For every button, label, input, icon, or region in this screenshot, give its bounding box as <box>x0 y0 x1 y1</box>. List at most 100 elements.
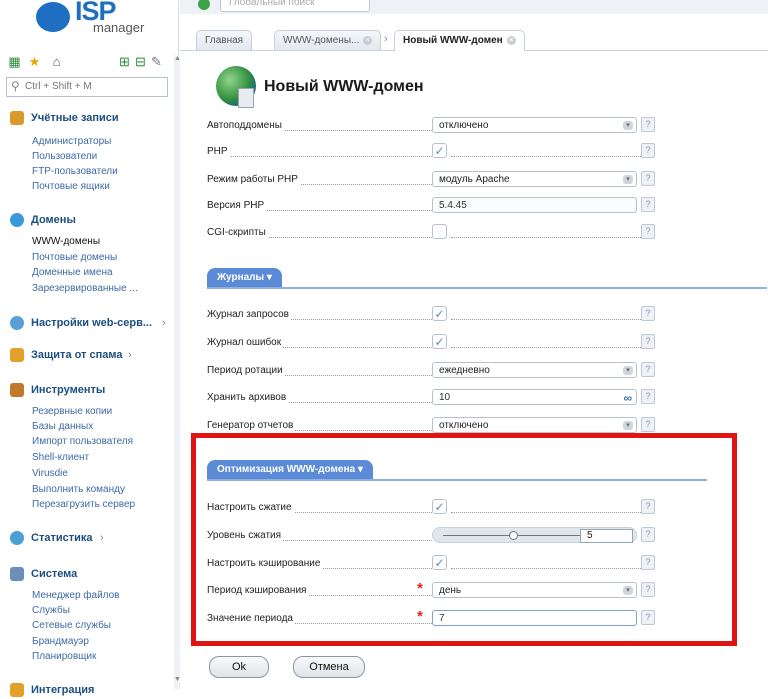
select-value: модуль Apache <box>439 174 510 185</box>
field-label: Настроить сжатие <box>207 502 294 513</box>
cancel-button[interactable]: Отмена <box>293 656 365 678</box>
tab-home[interactable]: Главная <box>196 30 253 50</box>
expand-all-icon[interactable]: ⊞ <box>118 55 131 68</box>
help-icon[interactable]: ? <box>641 306 655 321</box>
field-label: Версия PHP <box>207 200 267 211</box>
logo-sub: manager <box>93 20 145 35</box>
sidebar-item-reserved[interactable]: Зарезервированные ... <box>32 283 138 294</box>
access-log-checkbox[interactable]: ✓ <box>432 306 447 321</box>
collapse-all-icon[interactable]: ⊟ <box>134 55 147 68</box>
sidebar-item-run-command[interactable]: Выполнить команду <box>32 484 125 495</box>
field-autosubdomains: Автоподдомены отключено ▾ ? <box>207 117 655 135</box>
report-generator-select[interactable]: отключено ▾ <box>432 417 637 433</box>
sidebar-search[interactable]: ⚲ <box>6 77 168 97</box>
autosubdomains-select[interactable]: отключено ▾ <box>432 117 637 133</box>
chevron-right-icon: › <box>162 317 166 329</box>
field-label: Автоподдомены <box>207 120 284 131</box>
building-icon[interactable]: ⌂ <box>50 55 63 68</box>
field-cgi: CGI-скрипты ? <box>207 224 655 242</box>
archives-input[interactable]: 10 ∞ <box>432 389 637 405</box>
sidebar-item-backups[interactable]: Резервные копии <box>32 406 112 417</box>
input-value: 10 <box>439 392 451 403</box>
sidebar-item-mail-domains[interactable]: Почтовые домены <box>32 252 117 263</box>
select-value: ежедневно <box>439 365 490 376</box>
php-checkbox[interactable]: ✓ <box>432 143 447 158</box>
section-title: Инструменты <box>31 384 106 396</box>
chevron-right-icon: › <box>384 33 388 45</box>
sidebar-item-databases[interactable]: Базы данных <box>32 421 93 432</box>
pin-icon[interactable]: ✎ <box>150 55 163 68</box>
field-rotation-period: Период ротации ежедневно ▾ ? <box>207 362 655 380</box>
field-label: Журнал ошибок <box>207 337 284 348</box>
chevron-right-icon: › <box>100 532 104 544</box>
sidebar-item-file-manager[interactable]: Менеджер файлов <box>32 590 120 601</box>
globe-icon <box>10 213 24 227</box>
rotation-period-select[interactable]: ежедневно ▾ <box>432 362 637 378</box>
chevron-down-icon: ▾ <box>623 121 633 130</box>
field-label: Журнал запросов <box>207 309 291 320</box>
field-label: Период кэширования <box>207 585 309 596</box>
page-title: Новый WWW-домен <box>264 78 424 95</box>
cgi-checkbox[interactable] <box>432 224 447 239</box>
section-title: Учётные записи <box>31 112 119 124</box>
field-label: PHP <box>207 146 230 157</box>
sidebar-item-import-user[interactable]: Импорт пользователя <box>32 436 133 447</box>
sidebar-item-mailboxes[interactable]: Почтовые ящики <box>32 181 110 192</box>
help-icon[interactable]: ? <box>641 334 655 349</box>
section-title: Защита от спама <box>31 349 123 361</box>
tab-bar: Главная WWW-домены... × › Новый WWW-домен… <box>180 22 768 51</box>
php-version-input[interactable]: 5.4.45 <box>432 197 637 213</box>
notification-icon[interactable] <box>198 0 210 10</box>
star-icon[interactable]: ★ <box>28 55 41 68</box>
section-title: Домены <box>31 214 76 226</box>
tab-new-www-domain[interactable]: Новый WWW-домен × <box>394 30 525 51</box>
error-log-checkbox[interactable]: ✓ <box>432 334 447 349</box>
tab-www-domains[interactable]: WWW-домены... × <box>274 30 382 50</box>
logo-icon <box>36 2 70 32</box>
help-icon[interactable]: ? <box>641 171 655 186</box>
sidebar-item-services[interactable]: Службы <box>32 605 70 616</box>
grid-icon[interactable]: ▦ <box>8 55 21 68</box>
help-icon[interactable]: ? <box>641 143 655 158</box>
sidebar-item-shell[interactable]: Shell-клиент <box>32 452 89 463</box>
close-icon[interactable]: × <box>506 35 516 45</box>
sidebar-item-reboot[interactable]: Перезагрузить сервер <box>32 499 135 510</box>
sidebar-item-network-services[interactable]: Сетевые службы <box>32 620 111 631</box>
field-label: CGI-скрипты <box>207 227 268 238</box>
users-icon <box>10 111 24 125</box>
help-icon[interactable]: ? <box>641 197 655 212</box>
sidebar-item-ftp-users[interactable]: FTP-пользователи <box>32 166 118 177</box>
sidebar-item-users[interactable]: Пользователи <box>32 151 97 162</box>
help-icon[interactable]: ? <box>641 362 655 377</box>
main-content: Новый WWW-домен Автоподдомены отключено ▾… <box>180 52 768 689</box>
select-value: отключено <box>439 420 489 431</box>
field-label: Режим работы PHP <box>207 174 300 185</box>
system-icon <box>10 567 24 581</box>
tab-label: WWW-домены... <box>283 35 360 46</box>
help-icon[interactable]: ? <box>641 224 655 239</box>
sidebar-item-scheduler[interactable]: Планировщик <box>32 651 96 662</box>
sidebar-item-firewall[interactable]: Брандмауэр <box>32 636 89 647</box>
sidebar-item-www-domains[interactable]: WWW-домены <box>32 236 100 247</box>
global-search-input[interactable]: Глобальный поиск <box>220 0 370 12</box>
chevron-down-icon: ▾ <box>266 272 272 283</box>
ok-button[interactable]: Ok <box>209 656 269 678</box>
logs-section-tab[interactable]: Журналы ▾ <box>207 268 282 288</box>
sidebar-search-input[interactable] <box>25 79 163 93</box>
web-settings-icon <box>10 316 24 330</box>
help-icon[interactable]: ? <box>641 117 655 132</box>
sidebar-item-domain-names[interactable]: Доменные имена <box>32 267 113 278</box>
field-label: Настроить кэширование <box>207 558 323 569</box>
topbar: Глобальный поиск <box>180 0 768 14</box>
sidebar: ISP manager ▦ ★ ⌂ ⊞ ⊟ ✎ ⚲ Учётные записи… <box>0 0 179 697</box>
php-mode-select[interactable]: модуль Apache ▾ <box>432 171 637 187</box>
field-error-log: Журнал ошибок ✓ ? <box>207 334 655 352</box>
infinity-icon[interactable]: ∞ <box>623 390 632 406</box>
close-icon[interactable]: × <box>363 35 373 45</box>
sidebar-item-virusdie[interactable]: Virusdie <box>32 468 68 479</box>
section-divider <box>207 287 767 289</box>
sidebar-item-administrators[interactable]: Администраторы <box>32 136 111 147</box>
field-archives: Хранить архивов 10 ∞ ? <box>207 389 655 407</box>
help-icon[interactable]: ? <box>641 417 655 432</box>
help-icon[interactable]: ? <box>641 389 655 404</box>
